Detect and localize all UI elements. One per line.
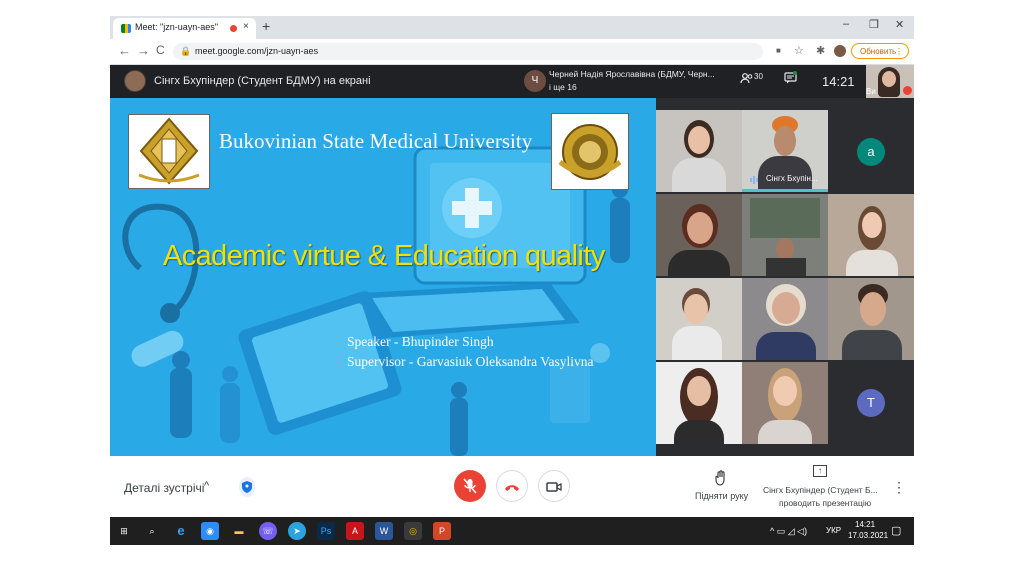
language-indicator[interactable]: УКР: [826, 526, 841, 535]
meeting-details-button[interactable]: Деталі зустрічі: [124, 481, 204, 495]
recording-dot-icon: [230, 25, 237, 32]
participant-initial-a: a: [857, 138, 885, 166]
participant-tile[interactable]: [828, 194, 914, 276]
edge-icon[interactable]: e: [172, 522, 190, 540]
browser-menu-icon[interactable]: ⋮: [887, 44, 903, 60]
people-icon[interactable]: [740, 73, 754, 87]
participant-tile[interactable]: [656, 110, 742, 192]
search-icon[interactable]: ⌕: [143, 522, 161, 540]
participant-tile[interactable]: [828, 278, 914, 360]
new-tab-button[interactable]: +: [262, 18, 270, 34]
presenter-avatar: [124, 70, 146, 92]
profile-avatar[interactable]: [834, 45, 846, 57]
taskbar-date[interactable]: 17.03.2021: [848, 531, 888, 540]
telegram-icon[interactable]: ➤: [288, 522, 306, 540]
tab-close-icon[interactable]: ×: [243, 21, 249, 32]
tab-title: Meet: "jzn-uayn-aes": [135, 22, 218, 32]
browser-tab[interactable]: Meet: "jzn-uayn-aes" ×: [113, 18, 256, 39]
slide-supervisor: Supervisor - Garvasiuk Oleksandra Vasyli…: [347, 354, 594, 369]
participant-tile[interactable]: [742, 194, 828, 276]
presenting-label: Сінгх Бхупіндер (Студент БДМУ) на екрані: [154, 75, 371, 87]
participant-tile[interactable]: T: [828, 362, 914, 444]
camera-button[interactable]: [538, 470, 570, 502]
host-controls-shield-icon[interactable]: [239, 477, 255, 497]
participant-tile[interactable]: [742, 278, 828, 360]
meet-favicon-icon: [121, 24, 131, 33]
speaking-indicator-icon: [749, 175, 759, 187]
chevron-up-icon[interactable]: ^: [204, 480, 209, 492]
anniversary-emblem-logo: [551, 113, 629, 190]
slide-speaker: Speaker - Bhupinder Singh: [347, 334, 494, 349]
extensions-icon[interactable]: ✱: [816, 44, 825, 57]
file-explorer-icon[interactable]: ▬: [230, 522, 248, 540]
participant-tile[interactable]: [656, 362, 742, 444]
close-window-button[interactable]: ✕: [895, 18, 904, 31]
address-bar[interactable]: 🔒 meet.google.com/jzn-uayn-aes: [173, 43, 763, 60]
presenting-status-line2[interactable]: проводить презентацію: [779, 498, 871, 508]
minimize-button[interactable]: –: [843, 18, 849, 30]
slide-title: Academic virtue & Education quality: [163, 240, 605, 272]
active-speaker-avatar: Ч: [524, 70, 546, 92]
chat-notification-dot: [793, 71, 797, 75]
acrobat-icon[interactable]: A: [346, 522, 364, 540]
powerpoint-icon[interactable]: P: [433, 522, 451, 540]
university-crest-logo: [128, 114, 210, 189]
restore-button[interactable]: ❐: [869, 18, 879, 31]
raise-hand-label[interactable]: Підняти руку: [695, 491, 748, 501]
system-tray-icons[interactable]: ^ ▭ ◿ ◁): [770, 526, 807, 537]
notification-center-icon[interactable]: ▢: [891, 524, 901, 537]
participant-tile[interactable]: [656, 194, 742, 276]
back-button[interactable]: ←: [118, 43, 131, 58]
start-icon[interactable]: ⊞: [115, 522, 133, 540]
reload-button[interactable]: C: [156, 43, 165, 57]
more-options-icon[interactable]: ⋮: [892, 479, 906, 496]
bookmark-star-icon[interactable]: ☆: [794, 44, 804, 57]
active-speaker-more: і ще 16: [549, 82, 577, 92]
zoom-icon[interactable]: ◉: [201, 522, 219, 540]
slide-university-name: Bukovinian State Medical University: [219, 129, 533, 153]
word-icon[interactable]: W: [375, 522, 393, 540]
participant-grid: a T: [656, 98, 914, 456]
photoshop-icon[interactable]: Ps: [317, 522, 335, 540]
lock-icon: 🔒: [180, 46, 192, 56]
participant-tile[interactable]: [656, 278, 742, 360]
participant-tile[interactable]: [742, 362, 828, 444]
update-browser-button[interactable]: Обновить ⋮: [851, 43, 909, 59]
participant-initial-t: T: [857, 389, 885, 417]
self-mic-muted-icon: [903, 86, 912, 95]
active-speaker-name: Черней Надія Ярославівна (БДМУ, Черн...: [549, 69, 715, 79]
speaking-highlight: [742, 189, 828, 192]
chrome-icon[interactable]: ◎: [404, 522, 422, 540]
speaker-tile-name: Сінгх Бхупін...: [766, 174, 818, 183]
cast-icon[interactable]: ■: [776, 46, 781, 55]
viber-icon[interactable]: ☏: [259, 522, 277, 540]
hangup-button[interactable]: [496, 470, 528, 502]
taskbar-time[interactable]: 14:21: [855, 520, 875, 529]
meeting-clock: 14:21: [822, 74, 855, 89]
people-count: 30: [754, 72, 763, 81]
mic-muted-button[interactable]: [454, 470, 486, 502]
participant-tile[interactable]: a: [828, 110, 914, 192]
presenting-status-line1[interactable]: Сінгх Бхупіндер (Студент Б...: [763, 485, 878, 495]
forward-button[interactable]: →: [137, 43, 150, 58]
present-screen-icon[interactable]: ↑: [813, 465, 827, 477]
url-text[interactable]: meet.google.com/jzn-uayn-aes: [195, 46, 318, 56]
raise-hand-icon[interactable]: [715, 470, 727, 489]
self-view-label: Ви: [866, 87, 876, 96]
